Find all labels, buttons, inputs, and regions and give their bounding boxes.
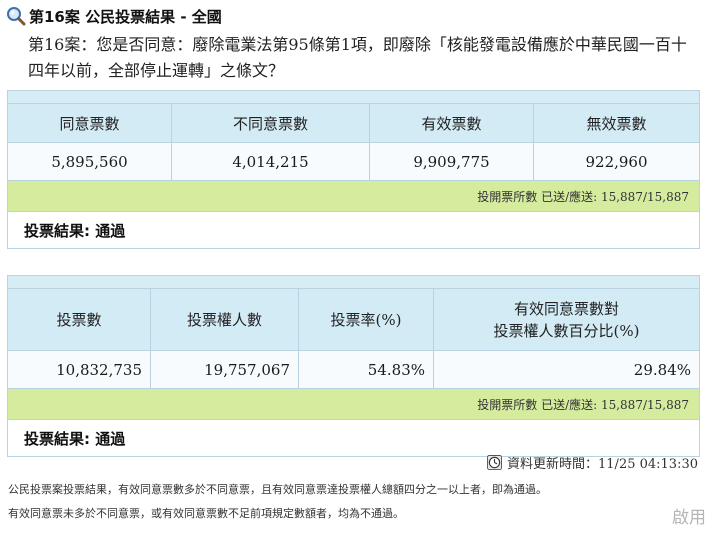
- header-eligible-voters: 投票權人數: [150, 288, 299, 351]
- pass-rule-note: 公民投票案投票結果，有效同意票數多於不同意票，且有效同意票達投票權人總額四分之一…: [8, 483, 547, 496]
- header-disagree-votes: 不同意票數: [171, 103, 370, 143]
- header-agree-votes: 同意票數: [7, 103, 172, 143]
- vote-outcome: 投票結果: 通過: [7, 211, 700, 249]
- header-turnout-rate: 投票率(%): [298, 288, 434, 351]
- table-header-row: 投票數 投票權人數 投票率(%) 有效同意票數對 投票權人數百分比(%): [7, 288, 700, 351]
- table-row: 5,895,560 4,014,215 9,909,775 922,960: [7, 142, 700, 181]
- disagree-votes-value: 4,014,215: [171, 142, 370, 181]
- vote-count-table: 同意票數 不同意票數 有效票數 無效票數 5,895,560 4,014,215…: [7, 90, 700, 249]
- ballots-cast-value: 10,832,735: [7, 350, 151, 389]
- agree-percentage-value: 29.84%: [433, 350, 700, 389]
- referendum-question: 第16案：您是否同意：廢除電業法第95條第1項，即廢除「核能發電設備應於中華民國…: [28, 35, 687, 80]
- invalid-votes-value: 922,960: [533, 142, 700, 181]
- outcome-row: 投票結果: 通過: [7, 419, 700, 457]
- page-title: 第16案 公民投票結果 - 全國: [29, 7, 222, 26]
- reporting-progress: 投開票所數 已送/應送: 15,887/15,887: [7, 180, 700, 212]
- update-time-row: 資料更新時間：11/25 04:13:30: [487, 452, 698, 472]
- turnout-table: 投票數 投票權人數 投票率(%) 有效同意票數對 投票權人數百分比(%) 10,…: [7, 275, 700, 457]
- table-top-strip: [7, 275, 700, 289]
- header-ballots-cast: 投票數: [7, 288, 151, 351]
- header-valid-votes: 有效票數: [369, 103, 534, 143]
- header-agree-percentage: 有效同意票數對 投票權人數百分比(%): [433, 288, 700, 351]
- agree-votes-value: 5,895,560: [7, 142, 172, 181]
- vote-outcome: 投票結果: 通過: [7, 419, 700, 457]
- table-row: 10,832,735 19,757,067 54.83% 29.84%: [7, 350, 700, 389]
- title-row: 第16案 公民投票結果 - 全國: [6, 5, 222, 27]
- header-agree-percentage-line1: 有效同意票數對: [513, 299, 619, 318]
- fail-rule-note: 有效同意票未多於不同意票，或有效同意票數不足前項規定數額者，均為不通過。: [8, 507, 404, 520]
- table-header-row: 同意票數 不同意票數 有效票數 無效票數: [7, 103, 700, 143]
- search-icon: [7, 7, 26, 26]
- update-time: 資料更新時間：11/25 04:13:30: [507, 456, 698, 472]
- reporting-progress-row: 投開票所數 已送/應送: 15,887/15,887: [7, 180, 700, 212]
- valid-votes-value: 9,909,775: [369, 142, 534, 181]
- turnout-rate-value: 54.83%: [298, 350, 434, 389]
- header-agree-percentage-line2: 投票權人數百分比(%): [493, 321, 640, 340]
- header-invalid-votes: 無效票數: [533, 103, 700, 143]
- reporting-progress-row: 投開票所數 已送/應送: 15,887/15,887: [7, 388, 700, 420]
- outcome-row: 投票結果: 通過: [7, 211, 700, 249]
- activation-watermark: 啟用: [672, 508, 706, 528]
- table-top-strip: [7, 90, 700, 104]
- eligible-voters-value: 19,757,067: [150, 350, 299, 389]
- reporting-progress: 投開票所數 已送/應送: 15,887/15,887: [7, 388, 700, 420]
- clock-icon: [487, 454, 503, 470]
